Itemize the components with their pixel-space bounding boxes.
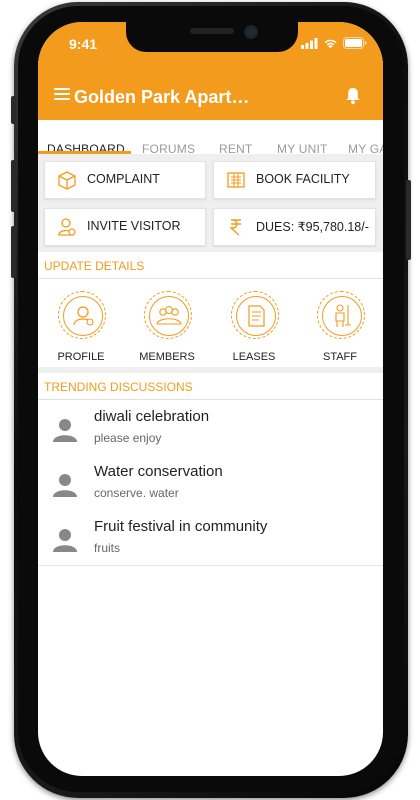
box-icon: [58, 171, 76, 190]
volume-up-button: [11, 160, 16, 212]
complaint-label: COMPLAINT: [87, 172, 160, 186]
invite-visitor-label: INVITE VISITOR: [87, 219, 181, 233]
profile-circle: [58, 291, 106, 339]
rupee-icon: [229, 219, 241, 236]
dues-button[interactable]: DUES: ₹95,780.18/-: [213, 208, 376, 246]
battery-icon: [343, 37, 367, 49]
leases-circle: [231, 291, 279, 339]
status-icons: [301, 37, 367, 49]
profile-icon: [73, 306, 94, 326]
complaint-button[interactable]: COMPLAINT: [44, 161, 206, 199]
cellular-signal-icon: [301, 37, 318, 49]
user-avatar-icon: [53, 474, 77, 497]
profile-label: PROFILE: [57, 351, 105, 363]
book-facility-button[interactable]: BOOK FACILITY: [213, 161, 376, 199]
trending-discussions-header: TRENDING DISCUSSIONS: [38, 373, 383, 400]
status-time: 9:41: [69, 36, 98, 52]
book-facility-label: BOOK FACILITY: [256, 172, 350, 186]
members-circle: [144, 291, 192, 339]
app-bar: Golden Park Apart…: [38, 62, 383, 120]
app-title: Golden Park Apart…: [74, 87, 250, 107]
volume-down-button: [11, 226, 16, 278]
facility-icon: [227, 172, 245, 188]
speaker: [190, 28, 234, 34]
notch: [126, 22, 298, 52]
members-icon: [156, 305, 182, 325]
user-avatar-icon: [53, 529, 77, 552]
wifi-icon: [324, 39, 337, 48]
visitor-icon: [58, 218, 76, 236]
lease-document-icon: [248, 305, 265, 327]
staff-circle: [317, 291, 365, 339]
members-label: MEMBERS: [139, 351, 195, 363]
hamburger-menu-icon[interactable]: [54, 88, 70, 100]
discussion-item[interactable]: Fruit festival in community fruits: [38, 510, 383, 566]
discussion-item[interactable]: Water conservation conserve. water: [38, 455, 383, 511]
staff-icon: [335, 304, 351, 327]
staff-label: STAFF: [322, 351, 357, 363]
leases-label: LEASES: [232, 351, 276, 363]
update-details-title: UPDATE DETAILS: [44, 259, 145, 273]
user-avatar-icon: [53, 419, 77, 442]
discussion-item[interactable]: diwali celebration please enjoy: [38, 400, 383, 456]
discussion-subtitle: fruits: [94, 541, 121, 555]
front-camera: [244, 25, 258, 39]
notification-bell-icon[interactable]: [343, 86, 363, 106]
trending-discussions-title: TRENDING DISCUSSIONS: [44, 380, 193, 394]
discussion-subtitle: conserve. water: [94, 486, 179, 500]
update-details-row: PROFILE MEMBERS LEASES STAFF: [38, 279, 383, 367]
invite-visitor-button[interactable]: INVITE VISITOR: [44, 208, 206, 246]
mute-switch: [11, 96, 16, 124]
discussion-title: Fruit festival in community: [94, 518, 268, 535]
power-button: [406, 180, 411, 260]
update-details-header: UPDATE DETAILS: [38, 252, 383, 279]
app-screen: 9:41 Golden Park Apart… DASHBOARD FORUMS…: [38, 22, 383, 776]
dues-label: DUES: ₹95,780.18/-: [256, 220, 369, 234]
discussion-subtitle: please enjoy: [94, 431, 162, 445]
discussion-title: diwali celebration: [94, 408, 210, 425]
discussion-title: Water conservation: [94, 463, 223, 480]
